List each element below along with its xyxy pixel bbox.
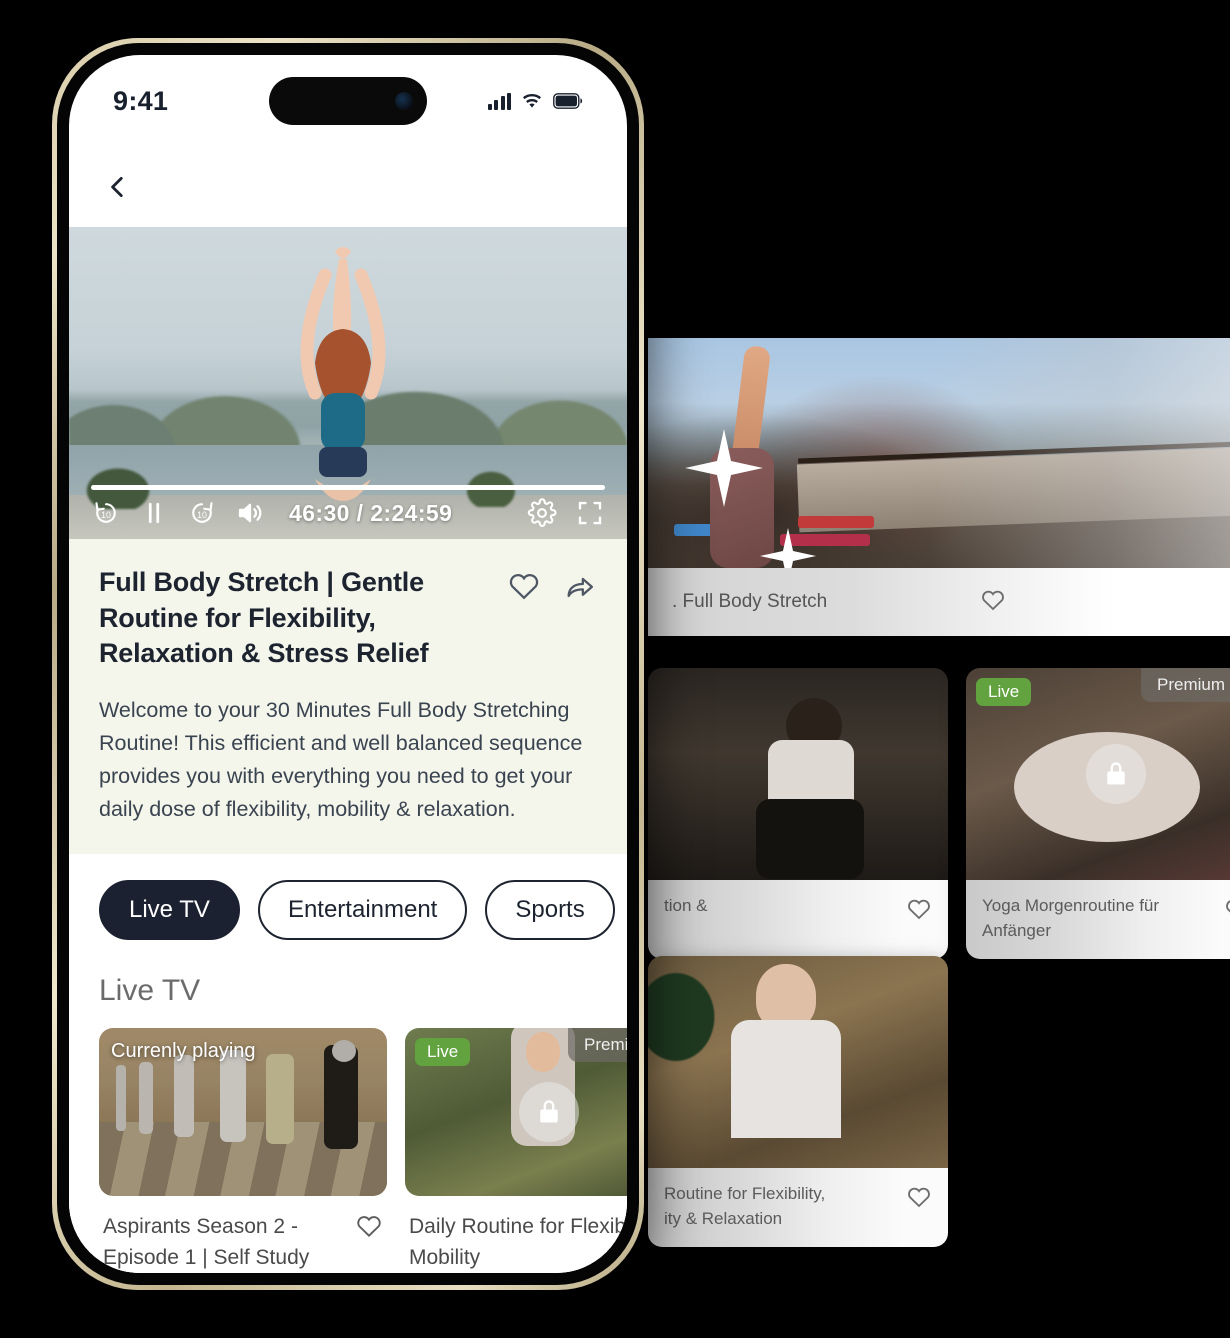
background-hero-image[interactable] <box>648 338 1230 568</box>
heart-outline-icon[interactable] <box>1224 894 1230 943</box>
image-fade-overlay <box>930 338 1230 568</box>
battery-icon <box>553 93 583 109</box>
premium-badge: Premium <box>1140 668 1230 702</box>
gear-icon[interactable] <box>527 498 557 528</box>
fullscreen-icon[interactable] <box>575 498 605 528</box>
live-badge: Live <box>415 1038 471 1067</box>
currently-playing-badge: Currenly playing <box>111 1040 256 1063</box>
premium-badge-label: Premium <box>583 1035 627 1055</box>
svg-text:10: 10 <box>101 510 111 520</box>
live-badge: Live <box>976 678 1032 706</box>
lock-badge <box>519 1082 579 1143</box>
lock-badge <box>1086 744 1146 804</box>
wifi-icon <box>523 93 541 108</box>
category-chip-row[interactable]: Live TV Entertainment Sports New <box>69 854 627 941</box>
pause-icon[interactable] <box>139 498 169 528</box>
video-time-display: 46:30 / 2:24:59 <box>289 499 453 526</box>
content-card[interactable]: Currenly playing Aspirants Season 2 - Ep… <box>99 1028 387 1273</box>
card-thumbnail: Live Premium <box>966 668 1230 880</box>
background-card-row-2: Routine for Flexibility, ity & Relaxatio… <box>648 956 948 1248</box>
card-title: tion & <box>664 896 708 915</box>
heart-outline-icon[interactable] <box>507 569 541 608</box>
heart-outline-icon[interactable] <box>980 587 1006 618</box>
card-thumbnail: Live Premium <box>405 1028 627 1197</box>
card-meta: Daily Routine for Flexibility & Mobility <box>405 1196 627 1273</box>
navigation-bar <box>69 147 627 227</box>
card-thumbnail <box>648 956 948 1168</box>
person-top <box>731 1019 841 1138</box>
heart-outline-icon[interactable] <box>906 894 932 942</box>
section-title-live-tv: Live TV <box>69 940 627 1029</box>
card-title: Daily Routine for Flexibility & Mobility <box>409 1215 627 1269</box>
card-title: Yoga Morgenroutine für Anfänger <box>982 896 1160 940</box>
rewind-10-icon[interactable]: 10 <box>91 498 121 528</box>
plant <box>648 962 724 1072</box>
card-title: Routine for Flexibility, ity & Relaxatio… <box>664 1184 826 1228</box>
front-camera-icon <box>395 92 413 110</box>
background-card[interactable]: Live Premium Yoga Morgenroutine für Anfä… <box>966 668 1230 960</box>
volume-icon[interactable] <box>235 498 265 528</box>
background-card-row-1: tion & Live Premium Yoga Morgenroutine f… <box>648 668 1230 960</box>
phone-bezel: 9:41 10 10 46:30 / 2:24:59 Full Body Str… <box>57 43 639 1285</box>
video-player[interactable]: 10 10 46:30 / 2:24:59 <box>69 227 627 539</box>
card-thumbnail: Currenly playing <box>99 1028 387 1197</box>
background-hero-title: . Full Body Stretch <box>672 591 828 612</box>
card-meta: Aspirants Season 2 - Episode 1 | Self St… <box>99 1196 387 1273</box>
video-title: Full Body Stretch | Gentle Routine for F… <box>99 567 429 669</box>
premium-badge-label: Premium <box>1156 675 1225 694</box>
card-thumbnail <box>648 668 948 880</box>
video-control-bar: 10 10 46:30 / 2:24:59 <box>69 487 627 539</box>
lock-icon <box>1107 762 1125 785</box>
back-chevron-icon[interactable] <box>105 174 131 200</box>
chip-sports[interactable]: Sports <box>485 880 615 941</box>
live-tv-card-row[interactable]: Currenly playing Aspirants Season 2 - Ep… <box>69 1028 627 1273</box>
video-description: Welcome to your 30 Minutes Full Body Str… <box>99 697 583 822</box>
chip-live-tv[interactable]: Live TV <box>99 880 240 941</box>
status-bar-time: 9:41 <box>113 85 169 116</box>
screenshot-stage: . Full Body Stretch tion & Live Premium … <box>0 0 1230 1338</box>
dynamic-island <box>269 77 427 125</box>
heart-outline-icon[interactable] <box>355 1212 383 1273</box>
person-head <box>526 1031 561 1072</box>
background-hero-caption: . Full Body Stretch <box>648 568 1230 636</box>
card-caption: tion & <box>648 880 948 958</box>
background-card[interactable]: Routine for Flexibility, ity & Relaxatio… <box>648 956 948 1248</box>
card-caption: Routine for Flexibility, ity & Relaxatio… <box>648 1168 948 1248</box>
content-card[interactable]: Live Premium <box>405 1028 627 1273</box>
yoga-mat <box>780 534 870 546</box>
heart-outline-icon[interactable] <box>906 1182 932 1231</box>
chip-entertainment[interactable]: Entertainment <box>257 880 468 941</box>
card-title: Aspirants Season 2 - Episode 1 | Self St… <box>103 1215 310 1269</box>
phone-screen: 9:41 10 10 46:30 / 2:24:59 Full Body Str… <box>69 55 627 1273</box>
background-card[interactable]: tion & <box>648 668 948 959</box>
lock-icon <box>540 1100 558 1123</box>
phone-mockup: 9:41 10 10 46:30 / 2:24:59 Full Body Str… <box>52 38 644 1290</box>
share-arrow-icon[interactable] <box>563 569 597 608</box>
premium-badge: Premium <box>567 1028 627 1063</box>
background-screen: . Full Body Stretch tion & Live Premium … <box>648 338 1230 1263</box>
video-info-block: Full Body Stretch | Gentle Routine for F… <box>69 539 627 855</box>
person-bottom <box>756 799 864 880</box>
forward-10-icon[interactable]: 10 <box>187 498 217 528</box>
card-caption: Yoga Morgenroutine für Anfänger <box>966 880 1230 960</box>
content-scroll-area[interactable]: 10 10 46:30 / 2:24:59 Full Body Stretch … <box>69 227 627 1273</box>
yoga-mat <box>798 516 874 528</box>
svg-text:10: 10 <box>197 510 207 520</box>
cellular-bars-icon <box>487 92 511 110</box>
